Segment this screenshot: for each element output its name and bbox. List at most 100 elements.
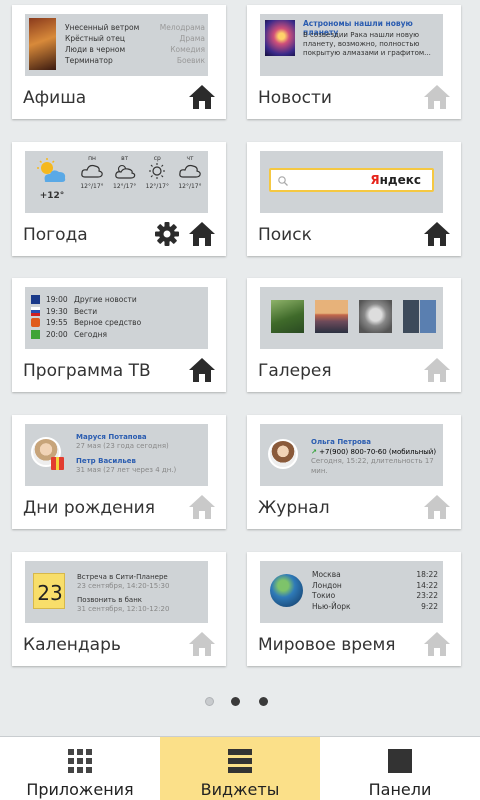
widget-afisha[interactable]: Унесенный ветром Мелодрама Крёстный отец Д…	[12, 5, 226, 119]
gallery-thumbnail[interactable]	[403, 300, 436, 333]
gallery-thumbnails	[271, 300, 436, 333]
forecast-day: ср 12°/17°	[145, 155, 169, 190]
widget-worldtime[interactable]: Москва 18:22 Лондон 14:22 Токио 23:22 Нью-Й…	[247, 552, 461, 666]
tab-widgets[interactable]: Виджеты	[160, 737, 320, 800]
page-dot-active[interactable]	[231, 697, 240, 706]
home-icon[interactable]	[187, 356, 217, 384]
forecast-day: чт 12°/17°	[178, 155, 202, 190]
widget-title: Галерея	[258, 361, 332, 381]
widget-weather[interactable]: +12° пн 12°/17° вт 12°/17° ср 12°/17° чт	[12, 142, 226, 256]
widget-title: Мировое время	[258, 635, 396, 655]
news-preview: Астрономы нашли новую планету В созвезди…	[260, 14, 443, 76]
world-time-list: Москва 18:22 Лондон 14:22 Токио 23:22 Нью-Й…	[312, 570, 438, 612]
home-icon[interactable]	[187, 493, 217, 521]
afisha-movie-list: Унесенный ветром Мелодрама Крёстный отец Д…	[65, 22, 205, 66]
gift-icon	[51, 457, 64, 470]
search-input[interactable]: Яндекс	[269, 168, 434, 192]
page-dot[interactable]	[205, 697, 214, 706]
home-icon[interactable]	[187, 630, 217, 658]
weather-forecast: пн 12°/17° вт 12°/17° ср 12°/17° чт 12°/…	[77, 155, 205, 190]
cloud-icon	[81, 164, 103, 178]
list-item: Лондон 14:22	[312, 580, 438, 590]
gear-icon[interactable]	[154, 220, 180, 248]
cloud-icon	[179, 164, 201, 178]
avatar	[268, 439, 298, 469]
bottom-tab-bar: Приложения Виджеты Панели	[0, 736, 480, 800]
widget-title: Погода	[23, 225, 88, 245]
call-log-entry: Ольга Петрова ↗ +7(900) 800-70-60 (мобил…	[311, 438, 437, 475]
gallery-preview	[260, 287, 443, 349]
tab-label: Панели	[368, 780, 432, 799]
gallery-thumbnail[interactable]	[315, 300, 348, 333]
incoming-call-icon: ↗	[311, 447, 317, 456]
widget-search[interactable]: Яндекс Поиск	[247, 142, 461, 256]
home-icon[interactable]	[187, 83, 217, 111]
widget-birthdays[interactable]: Маруся Потапова 27 мая (23 года сегодня)…	[12, 415, 226, 529]
panel-icon	[388, 749, 412, 773]
list-item: Терминатор Боевик	[65, 56, 205, 65]
gallery-thumbnail[interactable]	[271, 300, 304, 333]
widgets-icon	[228, 749, 252, 773]
calendar-icon: 23	[33, 573, 65, 609]
widget-title: Программа ТВ	[23, 361, 151, 381]
list-item: 19:55 Верное средство	[31, 317, 141, 329]
widget-journal[interactable]: Ольга Петрова ↗ +7(900) 800-70-60 (мобил…	[247, 415, 461, 529]
calendar-preview: 23 Встреча в Сити-Планере 23 сентября, 1…	[25, 561, 208, 623]
widget-gallery[interactable]: Галерея	[247, 278, 461, 392]
tv-program-list: 19:00 Другие новости 19:30 Вести 19:55 Верн…	[31, 294, 141, 340]
current-temperature: +12°	[39, 191, 65, 201]
home-icon[interactable]	[422, 220, 452, 248]
widget-news[interactable]: Астрономы нашли новую планету В созвезди…	[247, 5, 461, 119]
movie-poster-image	[29, 18, 56, 70]
widget-calendar[interactable]: 23 Встреча в Сити-Планере 23 сентября, 1…	[12, 552, 226, 666]
list-item: 20:00 Сегодня	[31, 329, 141, 341]
birthday-list: Маруся Потапова 27 мая (23 года сегодня)…	[76, 433, 177, 474]
channel-logo-icon	[31, 295, 40, 305]
weather-preview: +12° пн 12°/17° вт 12°/17° ср 12°/17° чт	[25, 151, 208, 213]
page-dot[interactable]	[259, 697, 268, 706]
page-indicator	[205, 697, 275, 707]
sun-icon	[149, 163, 166, 179]
list-item: 19:00 Другие новости	[31, 294, 141, 306]
list-item: Нью-Йорк 9:22	[312, 601, 438, 611]
weather-current: +12°	[33, 157, 71, 201]
news-text: В созвездии Рака нашли новую планету, во…	[303, 31, 431, 57]
tab-panels[interactable]: Панели	[320, 737, 480, 800]
yandex-logo: Яндекс	[370, 173, 421, 187]
grid-icon	[68, 749, 92, 773]
tab-apps[interactable]: Приложения	[0, 737, 160, 800]
tab-label: Виджеты	[200, 780, 280, 799]
forecast-day: пн 12°/17°	[80, 155, 104, 190]
widget-title: Календарь	[23, 635, 121, 655]
home-icon[interactable]	[422, 356, 452, 384]
list-item: 19:30 Вести	[31, 306, 141, 318]
widget-title: Афиша	[23, 88, 87, 108]
home-icon[interactable]	[422, 493, 452, 521]
news-image	[265, 20, 295, 56]
list-item: Унесенный ветром Мелодрама	[65, 23, 205, 32]
home-icon[interactable]	[187, 220, 217, 248]
widget-title: Поиск	[258, 225, 312, 245]
worldtime-preview: Москва 18:22 Лондон 14:22 Токио 23:22 Нью-Й…	[260, 561, 443, 623]
globe-icon	[270, 574, 303, 607]
sun-cloud-icon	[114, 164, 135, 179]
search-preview: Яндекс	[260, 151, 443, 213]
list-item: Люди в черном Комедия	[65, 45, 205, 54]
channel-logo-icon	[31, 318, 40, 328]
channel-logo-icon	[31, 329, 40, 339]
gallery-thumbnail[interactable]	[359, 300, 392, 333]
tab-label: Приложения	[26, 780, 134, 799]
widget-tv[interactable]: 19:00 Другие новости 19:30 Вести 19:55 Верн…	[12, 278, 226, 392]
widget-title: Дни рождения	[23, 498, 155, 518]
list-item: Токио 23:22	[312, 591, 438, 600]
afisha-preview: Унесенный ветром Мелодрама Крёстный отец Д…	[25, 14, 208, 76]
journal-preview: Ольга Петрова ↗ +7(900) 800-70-60 (мобил…	[260, 424, 443, 486]
search-icon	[278, 176, 288, 186]
birthdays-preview: Маруся Потапова 27 мая (23 года сегодня)…	[25, 424, 208, 486]
home-icon[interactable]	[422, 83, 452, 111]
channel-logo-icon	[31, 306, 40, 316]
forecast-day: вт 12°/17°	[113, 155, 137, 190]
widget-title: Новости	[258, 88, 332, 108]
widget-title: Журнал	[258, 498, 330, 518]
home-icon[interactable]	[422, 630, 452, 658]
